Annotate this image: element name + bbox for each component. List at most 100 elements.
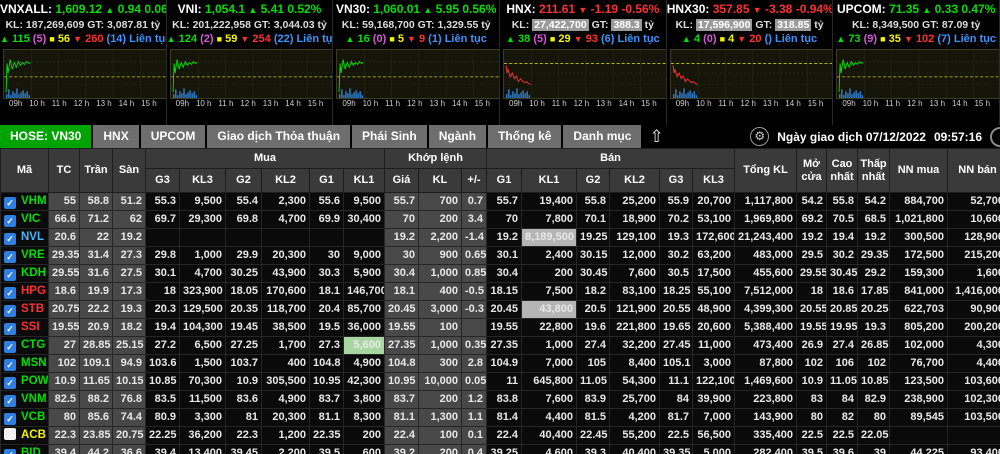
col-header-sell-kl2[interactable]: KL2 [609, 168, 661, 193]
row-checkbox-POW[interactable]: ✓ [4, 377, 16, 389]
cell: 19.3 [112, 300, 146, 319]
col-header-sell-g3[interactable]: G3 [659, 168, 694, 193]
cell: 29.35 [857, 246, 891, 265]
col-header-sell-kl1[interactable]: KL1 [521, 168, 578, 193]
cell: 22.45 [576, 426, 611, 445]
col-header-mocua[interactable]: Mở cửa [796, 148, 828, 193]
cell: 7,500 [521, 282, 578, 301]
gear-icon[interactable]: ⚙ [750, 127, 770, 146]
cell: 129,100 [609, 228, 661, 247]
tab-hose-vn30[interactable]: HOSE: VN30 [0, 125, 92, 148]
col-header-tc[interactable]: TC [48, 148, 80, 193]
cell: 85,700 [343, 300, 385, 319]
ticker-symbol[interactable]: BID [21, 447, 41, 454]
ticker-symbol[interactable]: VRE [21, 249, 45, 261]
col-header-tongkl[interactable]: Tổng KL [734, 148, 798, 193]
time-axis-label: 12 h [907, 99, 923, 108]
col-header-kl[interactable]: KL [418, 168, 462, 193]
index-breadth-line: ▲ 73 (9) ■ 35 ▼ 102 (7) Liên tục [836, 33, 997, 45]
cell: 90,900 [947, 300, 1000, 319]
cell: 20.45 [384, 300, 419, 319]
index-breadth-line: ▲ 4 (0) ■ 4 ▼ 20 () Liên tục [681, 33, 818, 45]
row-checkbox-VNM[interactable]: ✓ [4, 395, 16, 407]
ticker-symbol[interactable]: VHM [21, 195, 47, 207]
cell: 36.6 [112, 444, 146, 454]
tab-giao-d-ch-th-a-thu-n[interactable]: Giao dịch Thỏa thuận [207, 125, 351, 148]
collapse-arrow-icon[interactable]: ⇧ [649, 125, 663, 148]
time-axis-label: 09h [175, 99, 190, 108]
row-checkbox-MSN[interactable]: ✓ [4, 359, 16, 371]
cell: 55 [48, 192, 80, 211]
tab-danh-m-c[interactable]: Danh mục [563, 125, 642, 148]
tab-th-ng-k-[interactable]: Thống kê [488, 125, 562, 148]
ticker-symbol[interactable]: SSI [21, 321, 40, 333]
row-checkbox-SSI[interactable]: ✓ [4, 323, 16, 335]
ticker-symbol[interactable]: KDH [21, 267, 46, 279]
cell: 103.7 [225, 354, 262, 373]
ticker-symbol[interactable]: NVL [21, 231, 44, 243]
ticker-symbol[interactable]: POW [21, 375, 48, 387]
time-axis-label: 10 h [862, 99, 879, 108]
row-checkbox-HPG[interactable]: ✓ [4, 287, 16, 299]
ticker-symbol[interactable]: STB [21, 303, 44, 315]
row-checkbox-BID[interactable]: ✓ [4, 449, 16, 454]
cell: 19.55 [796, 318, 828, 337]
ticker-symbol[interactable]: MSN [21, 357, 47, 369]
cell: 83.7 [384, 390, 419, 409]
col-header-sell-g2[interactable]: G2 [576, 168, 611, 193]
col-header-caonhat[interactable]: Cao nhất [826, 148, 859, 193]
cell: 30 [384, 246, 419, 265]
row-checkbox-VRE[interactable]: ✓ [4, 251, 16, 263]
ticker-symbol[interactable]: VCB [21, 411, 45, 423]
row-checkbox-STB[interactable]: ✓ [4, 305, 16, 317]
col-header-sell-kl3[interactable]: KL3 [692, 168, 736, 193]
cell: -0.3 [460, 300, 488, 319]
col-header-buy-kl1[interactable]: KL1 [343, 168, 385, 193]
col-header-gia[interactable]: Giá [384, 168, 419, 193]
cell: 80 [796, 408, 828, 427]
index-volume-line: KL: 59,168,700 GT: 1,329.55 tỷ [341, 19, 491, 31]
col-header-chg[interactable]: +/- [460, 168, 488, 193]
row-checkbox-VIC[interactable]: ✓ [4, 215, 16, 227]
cell: 81 [225, 408, 262, 427]
col-header-buy-g3[interactable]: G3 [145, 168, 180, 193]
row-checkbox-KDH[interactable]: ✓ [4, 269, 16, 281]
clipped-icon[interactable] [990, 126, 1000, 147]
row-checkbox-CTG[interactable]: ✓ [4, 341, 16, 353]
col-header-tran[interactable]: Trần [79, 148, 113, 193]
cell: 20,300 [261, 408, 310, 427]
col-header-san[interactable]: Sàn [112, 148, 146, 193]
cell: 13,400 [179, 444, 226, 454]
col-header-nnban[interactable]: NN bán [947, 148, 1000, 193]
col-header-sell-g1[interactable]: G1 [486, 168, 523, 193]
cell: 0.65 [460, 246, 488, 265]
tab-hnx[interactable]: HNX [93, 125, 139, 148]
col-header-ma[interactable]: Mã [0, 148, 49, 193]
chart-time-axis: 09h 10 h 11 h 12 h 13 h 14 h 15 h [3, 99, 163, 109]
col-header-buy-g1[interactable]: G1 [309, 168, 344, 193]
ticker-symbol[interactable]: HPG [21, 285, 46, 297]
ticker-symbol[interactable]: ACB [21, 429, 46, 441]
cell: 81.4 [486, 408, 523, 427]
row-checkbox-NVL[interactable]: ✓ [4, 233, 16, 245]
tab-ng-nh[interactable]: Ngành [428, 125, 487, 148]
col-header-buy-g2[interactable]: G2 [225, 168, 262, 193]
tab-ph-i-sinh[interactable]: Phái Sinh [352, 125, 427, 148]
cell: 11.65 [79, 372, 113, 391]
row-checkbox-ACB[interactable] [4, 428, 16, 440]
cell: 55.3 [145, 192, 180, 211]
tab-upcom[interactable]: UPCOM [140, 125, 206, 148]
cell: 70,300 [179, 372, 226, 391]
row-checkbox-VCB[interactable]: ✓ [4, 413, 16, 425]
col-header-thapnhat[interactable]: Thấp nhất [857, 148, 891, 193]
row-checkbox-VHM[interactable]: ✓ [4, 197, 16, 209]
cell: 39.5 [796, 444, 828, 454]
cell: 8,400 [609, 354, 661, 373]
col-header-nnmua[interactable]: NN mua [889, 148, 949, 193]
col-header-buy-kl2[interactable]: KL2 [261, 168, 310, 193]
ticker-symbol[interactable]: VIC [21, 213, 40, 225]
col-header-buy-kl3[interactable]: KL3 [179, 168, 226, 193]
cell: 20.75 [112, 426, 146, 445]
ticker-symbol[interactable]: VNM [21, 393, 47, 405]
ticker-symbol[interactable]: CTG [21, 339, 45, 351]
